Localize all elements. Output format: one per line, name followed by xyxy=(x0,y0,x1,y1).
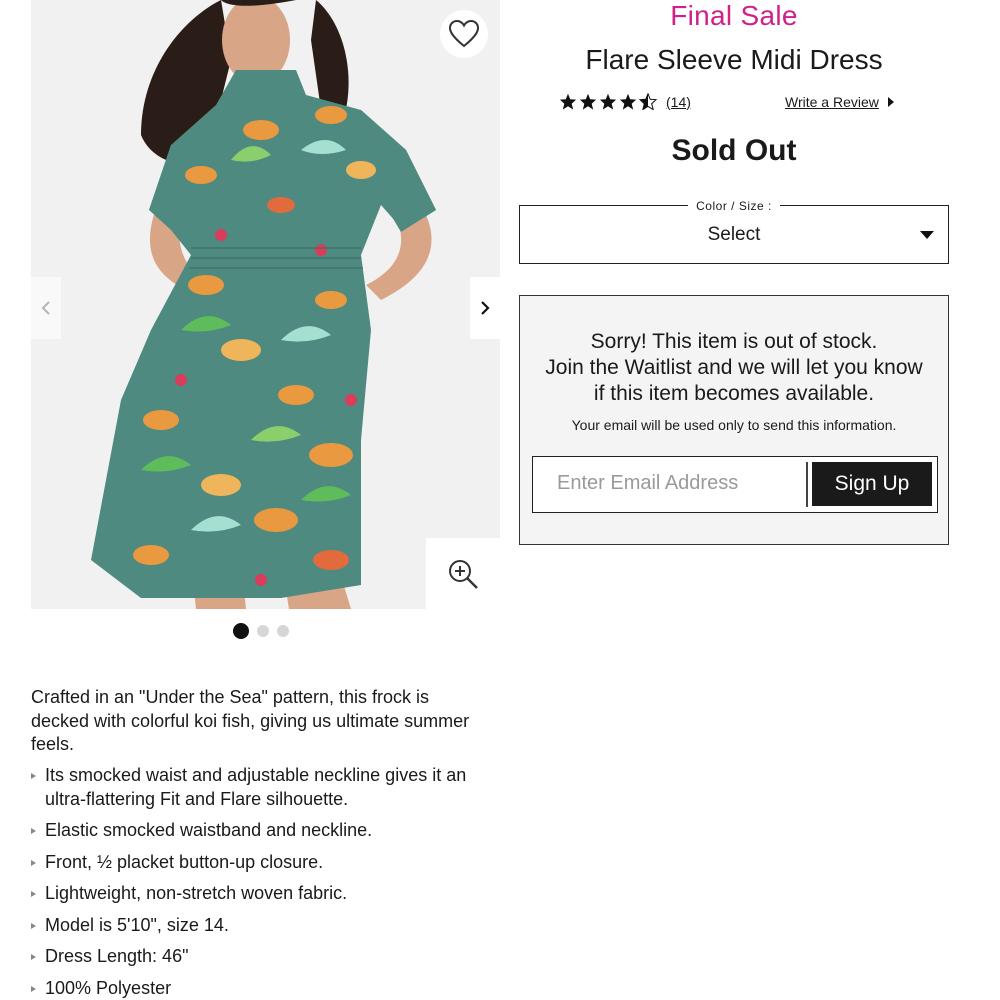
form-divider xyxy=(806,462,808,507)
feature-item: Dress Length: 46" xyxy=(31,945,491,969)
star-rating xyxy=(559,93,657,110)
caret-down-icon xyxy=(920,231,934,239)
write-review-label: Write a Review xyxy=(785,94,879,110)
gallery-dot-3[interactable] xyxy=(277,625,289,637)
product-image-gallery[interactable] xyxy=(31,0,500,609)
email-field[interactable] xyxy=(543,461,805,506)
chevron-right-icon xyxy=(481,301,490,315)
stock-status: Sold Out xyxy=(671,134,797,167)
star-full-icon xyxy=(599,93,617,110)
waitlist-line-3: if this item becomes available. xyxy=(593,382,875,405)
write-review-link[interactable]: Write a Review xyxy=(785,94,895,110)
product-description: Crafted in an "Under the Sea" pattern, t… xyxy=(31,687,470,754)
waitlist-panel: Sorry! This item is out of stock. Join t… xyxy=(519,295,949,545)
feature-item: 100% Polyester xyxy=(31,977,491,1000)
final-sale-label: Final Sale xyxy=(670,0,798,31)
color-size-select[interactable]: Color / Size : Select xyxy=(519,199,949,264)
sign-up-button[interactable]: Sign Up xyxy=(812,462,932,506)
rating-summary: (14) xyxy=(559,93,691,110)
gallery-dot-1[interactable] xyxy=(233,623,249,639)
chevron-left-icon xyxy=(41,301,50,315)
feature-item: Lightweight, non-stretch woven fabric. xyxy=(31,882,491,906)
color-size-legend: Color / Size : xyxy=(688,199,780,213)
gallery-pagination xyxy=(233,623,289,639)
waitlist-form: Sign Up xyxy=(532,456,938,513)
feature-item: Elastic smocked waistband and neckline. xyxy=(31,819,491,843)
waitlist-privacy-note: Your email will be used only to send thi… xyxy=(571,417,897,433)
star-full-icon xyxy=(619,93,637,110)
caret-right-icon xyxy=(887,97,894,107)
gallery-prev-button[interactable] xyxy=(31,277,61,339)
heart-outline-icon xyxy=(449,20,479,48)
gallery-dot-2[interactable] xyxy=(257,625,269,637)
star-full-icon xyxy=(559,93,577,110)
product-features-list: Its smocked waist and adjustable necklin… xyxy=(31,764,491,1000)
waitlist-message: Sorry! This item is out of stock. Join t… xyxy=(520,329,948,407)
zoom-in-icon xyxy=(449,559,478,589)
gallery-next-button[interactable] xyxy=(470,277,500,339)
wishlist-button[interactable] xyxy=(440,10,488,58)
product-title: Flare Sleeve Midi Dress xyxy=(585,44,883,75)
zoom-button[interactable] xyxy=(426,538,500,609)
color-size-value: Select xyxy=(707,224,761,245)
product-photo xyxy=(31,0,500,609)
star-half-icon xyxy=(639,93,657,110)
waitlist-line-1: Sorry! This item is out of stock. xyxy=(590,330,878,353)
feature-item: Model is 5'10", size 14. xyxy=(31,914,491,938)
feature-item: Its smocked waist and adjustable necklin… xyxy=(31,764,491,811)
review-count-link[interactable]: (14) xyxy=(666,94,691,110)
star-full-icon xyxy=(579,93,597,110)
feature-item: Front, ½ placket button-up closure. xyxy=(31,851,491,875)
waitlist-line-2: Join the Waitlist and we will let you kn… xyxy=(545,356,923,379)
